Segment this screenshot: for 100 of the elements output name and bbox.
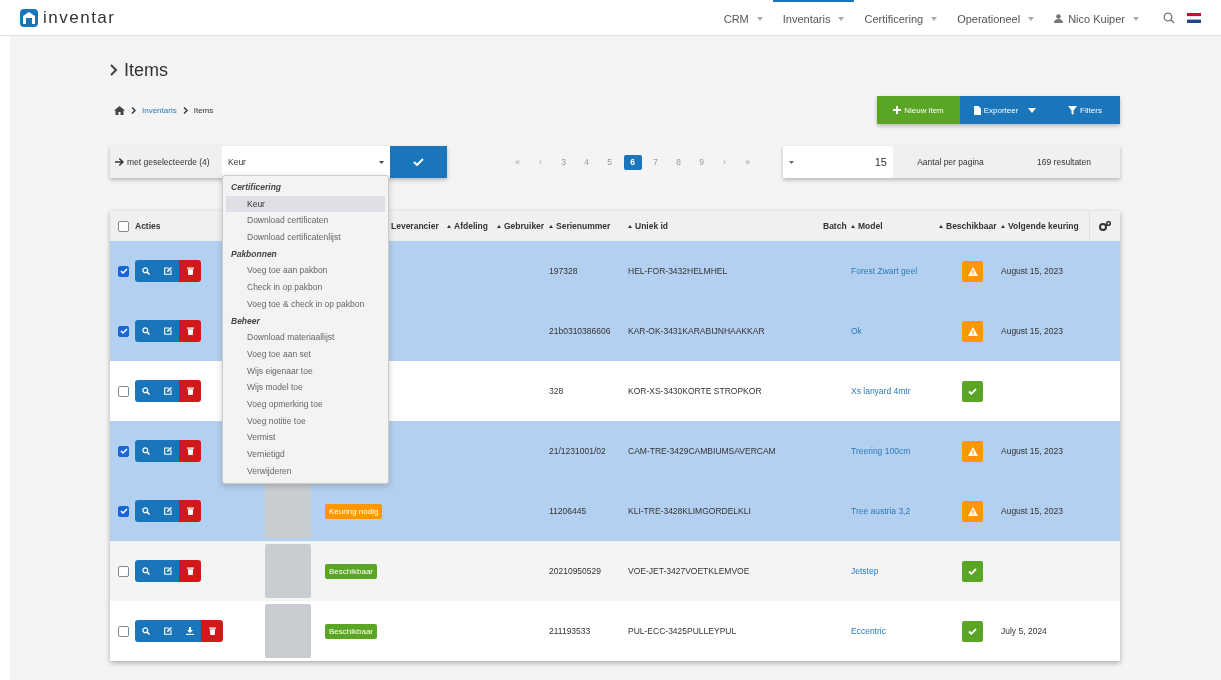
column-header[interactable]: Serienummer — [556, 221, 611, 231]
menu-item[interactable]: Verwijderen — [226, 462, 385, 480]
menu-item[interactable]: Voeg toe aan set — [226, 345, 385, 363]
view-button[interactable] — [135, 440, 157, 462]
menu-item[interactable]: Download materiaallijst — [226, 329, 385, 346]
sort-icon[interactable] — [447, 224, 451, 228]
edit-button[interactable] — [157, 380, 179, 402]
column-header[interactable]: Afdeling — [454, 221, 488, 231]
search-icon — [142, 327, 150, 335]
column-header[interactable]: Beschikbaar — [946, 221, 997, 231]
column-header[interactable]: Gebruiker — [504, 221, 545, 231]
menu-item[interactable]: Wijs model toe — [226, 379, 385, 396]
sort-icon[interactable] — [628, 224, 632, 228]
home-icon[interactable] — [114, 105, 125, 115]
logo-icon — [20, 8, 38, 27]
nav-menu-item[interactable]: Certificering — [854, 0, 948, 35]
edit-button[interactable] — [157, 440, 179, 462]
user-menu[interactable]: Nico Kuiper — [1044, 0, 1149, 35]
model-link[interactable]: Tree austria 3,2 — [851, 506, 911, 516]
column-header[interactable]: Leverancier — [391, 221, 439, 231]
menu-item[interactable]: Vernietigd — [226, 446, 385, 463]
menu-item[interactable]: Vermist — [226, 429, 385, 446]
delete-button[interactable] — [179, 500, 201, 522]
sort-icon[interactable] — [851, 224, 855, 228]
delete-button[interactable] — [179, 440, 201, 462]
row-checkbox[interactable] — [118, 565, 129, 577]
edit-button[interactable] — [157, 320, 179, 342]
view-button[interactable] — [135, 380, 157, 402]
new-item-button[interactable]: Nieuw item — [877, 96, 960, 124]
inspection-date: August 15, 2023 — [1001, 326, 1063, 336]
page-link[interactable]: 6 — [623, 154, 642, 170]
caret-icon — [789, 160, 794, 164]
menu-item[interactable]: Download certificaten — [226, 212, 385, 230]
select-all-checkbox[interactable] — [118, 220, 129, 232]
trash-icon — [186, 567, 194, 575]
nav-menu-item[interactable]: Operationeel — [947, 0, 1045, 35]
model-link[interactable]: Treering 100cm — [851, 446, 911, 456]
sort-icon[interactable] — [1001, 224, 1005, 228]
menu-item[interactable]: Download certificatenlijst — [226, 229, 385, 246]
unique-id: CAM-TRE-3429CAMBIUMSAVERCAM — [628, 446, 776, 456]
inspection-date: August 15, 2023 — [1001, 446, 1063, 456]
delete-button[interactable] — [179, 320, 201, 342]
view-button[interactable] — [135, 500, 157, 522]
filters-button[interactable]: Filters — [1050, 96, 1120, 124]
caret-icon — [379, 160, 384, 164]
view-button[interactable] — [135, 260, 157, 282]
search-icon[interactable] — [1163, 11, 1175, 24]
row-checkbox[interactable] — [118, 385, 129, 397]
menu-item[interactable]: Voeg toe aan pakbon — [226, 262, 385, 280]
menu-item[interactable]: Check in op pakbon — [226, 279, 385, 296]
column-header[interactable]: Model — [858, 221, 883, 231]
delete-button[interactable] — [179, 560, 201, 582]
nav-menu-item[interactable]: CRM — [713, 0, 773, 35]
edit-icon — [164, 447, 172, 455]
column-header[interactable]: Batch — [823, 221, 847, 231]
settings-icon[interactable] — [1099, 221, 1111, 231]
view-button[interactable] — [135, 620, 157, 642]
model-link[interactable]: Ok — [851, 326, 862, 336]
menu-item[interactable]: Voeg toe & check in op pakbon — [226, 295, 385, 313]
column-header[interactable]: Volgende keuring — [1008, 221, 1079, 231]
delete-button[interactable] — [179, 380, 201, 402]
caret-icon — [1133, 16, 1139, 21]
menu-item[interactable]: Voeg notitie toe — [226, 412, 385, 430]
row-checkbox[interactable] — [118, 265, 129, 277]
caret-icon — [1028, 16, 1035, 21]
model-link[interactable]: Xs lanyard 4mtr — [851, 386, 911, 396]
view-button[interactable] — [135, 320, 157, 342]
row-checkbox[interactable] — [118, 625, 129, 637]
model-link[interactable]: Jetstep — [851, 566, 879, 576]
view-button[interactable] — [135, 560, 157, 582]
edit-button[interactable] — [157, 260, 179, 282]
bulk-action-label: met geselecteerde (4) — [110, 146, 222, 178]
model-link[interactable]: Forest Zwart geel — [851, 266, 918, 276]
sort-icon[interactable] — [497, 224, 501, 228]
model-link[interactable]: Eccentric — [851, 626, 886, 636]
menu-item[interactable]: Wijs eigenaar toe — [226, 362, 385, 380]
bulk-action-select[interactable]: Keur — [222, 146, 390, 178]
search-icon — [142, 507, 150, 515]
row-checkbox[interactable] — [118, 445, 129, 457]
delete-button[interactable] — [179, 260, 201, 282]
per-page-select[interactable]: 15 — [783, 146, 893, 178]
sort-icon[interactable] — [549, 224, 553, 228]
menu-item[interactable]: Voeg opmerking toe — [226, 395, 385, 413]
column-header[interactable]: Uniek id — [635, 221, 669, 231]
chevron-icon — [182, 106, 188, 114]
sort-icon[interactable] — [939, 224, 943, 228]
breadcrumb-link[interactable]: Inventaris — [142, 105, 177, 115]
menu-item[interactable]: Keur — [226, 195, 385, 213]
status-badge: Keuring nodig — [325, 503, 383, 519]
delete-button[interactable] — [201, 620, 223, 642]
file-icon — [973, 105, 981, 115]
row-checkbox[interactable] — [118, 325, 129, 337]
edit-button[interactable] — [157, 500, 179, 522]
row-checkbox[interactable] — [118, 505, 129, 517]
export-button[interactable]: Exporteer — [960, 96, 1050, 124]
serial-number: 197328 — [549, 266, 578, 276]
serial-number: 21b0310386606 — [549, 326, 611, 336]
flag-icon[interactable] — [1187, 12, 1201, 23]
download-button[interactable] — [179, 620, 201, 642]
edit-button[interactable] — [157, 560, 179, 582]
